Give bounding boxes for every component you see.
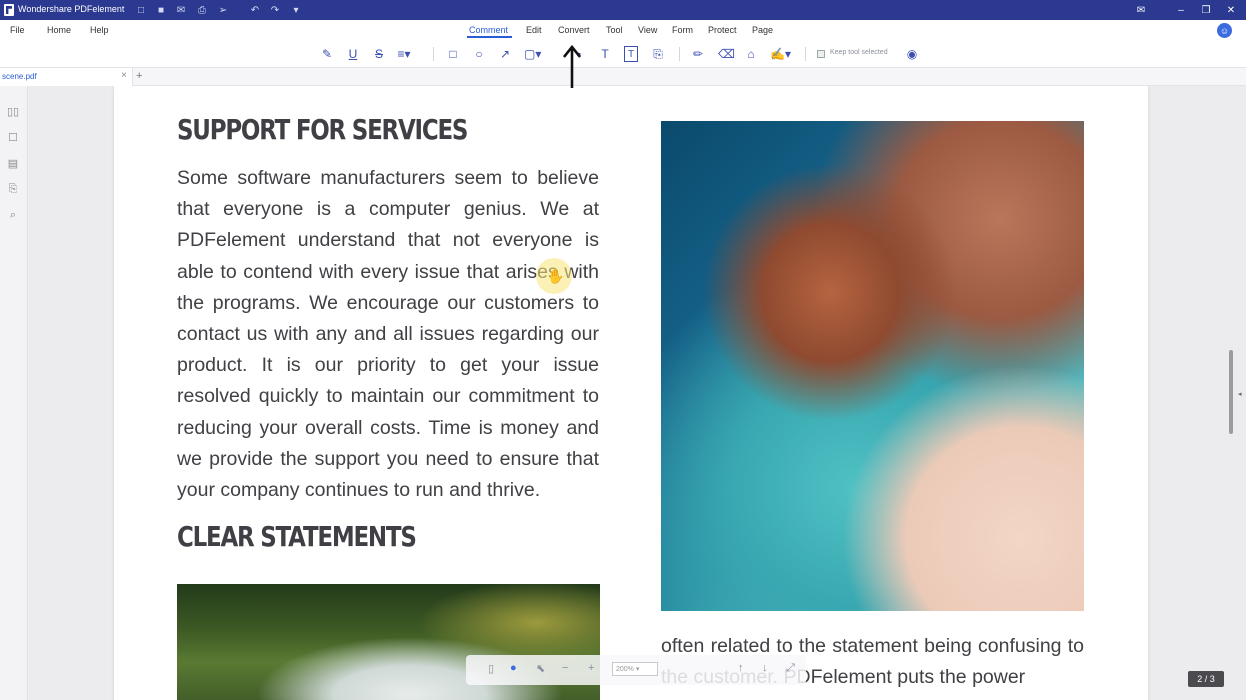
menu-bar: File Home Help Comment Edit Convert Tool… [0, 20, 1246, 40]
tab-page[interactable]: Page [752, 25, 773, 35]
fit-page-icon[interactable]: ⤢ [786, 662, 795, 675]
ocean-rocks-photo [661, 121, 1084, 611]
shapes-icon[interactable]: ▢▾ [524, 46, 541, 62]
menu-help[interactable]: Help [90, 25, 109, 35]
mail-icon[interactable]: ✉ [174, 3, 188, 17]
fit-width-icon[interactable]: ▯ [488, 662, 494, 675]
hand-mode-icon[interactable]: ⬉ [536, 662, 545, 675]
pointer-arrow-annotation [563, 44, 581, 88]
heading-support-for-services: SUPPORT FOR SERVICES [177, 113, 468, 146]
circle-icon[interactable]: ○ [472, 46, 486, 62]
active-tab-indicator [467, 36, 512, 38]
share-icon[interactable]: ➢ [216, 3, 230, 17]
zoom-value: 200% [616, 666, 634, 673]
app-window: Wondershare PDFelement □ ■ ✉ ⎙ ➢ ↶ ↷ ▾ ✉… [0, 0, 1246, 700]
comments-icon[interactable]: ▤ [5, 155, 21, 171]
keep-tool-selected-checkbox[interactable] [817, 50, 825, 58]
minimize-button[interactable]: – [1172, 2, 1190, 18]
document-tab-label: scene.pdf [2, 72, 37, 81]
attachment-icon[interactable]: ⎘ [651, 46, 665, 62]
page-indicator: 2 / 3 [1188, 671, 1224, 687]
strikethrough-icon[interactable]: S [372, 46, 386, 62]
left-sidebar: ▯▯ ☐ ▤ ⎘ ⌕ [0, 86, 28, 700]
eraser-icon[interactable]: ⌫ [718, 46, 735, 62]
expand-right-panel-icon[interactable]: ◂ [1238, 390, 1242, 398]
stamp-icon[interactable]: ⌂ [744, 46, 758, 62]
underline-icon[interactable]: U [346, 46, 360, 62]
new-tab-icon[interactable]: + [136, 70, 142, 82]
paragraph-support: Some software manufacturers seem to beli… [177, 167, 599, 502]
redo-icon[interactable]: ↷ [268, 3, 282, 17]
zoom-out-icon[interactable]: − [562, 662, 568, 674]
zoom-select[interactable]: 200% ▾ [612, 662, 658, 676]
customize-dropdown-icon[interactable]: ▾ [289, 3, 303, 17]
restore-button[interactable]: ❐ [1197, 2, 1215, 18]
zoom-in-icon[interactable]: + [588, 662, 594, 674]
thumbnails-icon[interactable]: ▯▯ [5, 103, 21, 119]
tab-edit[interactable]: Edit [526, 25, 542, 35]
tab-form[interactable]: Form [672, 25, 693, 35]
keep-tool-selected-label: Keep tool selected [830, 49, 888, 56]
feedback-icon[interactable]: ✉ [1132, 2, 1150, 18]
textbox-icon[interactable]: T [624, 46, 638, 62]
hand-cursor-icon: ✋ [547, 268, 565, 284]
app-logo-icon [4, 4, 14, 16]
print-icon[interactable]: ⎙ [195, 3, 209, 17]
save-icon[interactable]: ■ [154, 3, 168, 17]
text-lines-icon[interactable]: ≡▾ [397, 46, 411, 62]
pdf-page: SUPPORT FOR SERVICES Some software manuf… [114, 86, 1148, 700]
menu-home[interactable]: Home [47, 25, 71, 35]
attachments-icon[interactable]: ⎘ [5, 181, 21, 197]
first-page-icon[interactable]: ↑ [738, 662, 744, 674]
toolbar-divider [679, 47, 680, 61]
toolbar-divider [805, 47, 806, 61]
open-folder-icon[interactable]: □ [134, 3, 148, 17]
document-canvas[interactable]: SUPPORT FOR SERVICES Some software manuf… [28, 86, 1246, 700]
search-icon[interactable]: ⌕ [5, 207, 21, 223]
heading-clear-statements: CLEAR STATEMENTS [177, 520, 417, 553]
tab-tool[interactable]: Tool [606, 25, 623, 35]
title-bar: Wondershare PDFelement □ ■ ✉ ⎙ ➢ ↶ ↷ ▾ ✉… [0, 0, 1246, 20]
rectangle-icon[interactable]: □ [446, 46, 460, 62]
vertical-scrollbar-thumb[interactable] [1229, 350, 1233, 434]
menu-file[interactable]: File [10, 25, 25, 35]
undo-icon[interactable]: ↶ [248, 3, 262, 17]
tab-convert[interactable]: Convert [558, 25, 590, 35]
tab-comment[interactable]: Comment [469, 25, 508, 35]
document-tab[interactable]: scene.pdf × [0, 68, 133, 86]
close-tab-icon[interactable]: × [121, 70, 127, 81]
arrow-icon[interactable]: ↗ [498, 46, 512, 62]
user-account-icon[interactable]: ☺ [1217, 23, 1232, 38]
app-title: Wondershare PDFelement [18, 4, 125, 14]
last-page-icon[interactable]: ↓ [762, 662, 768, 674]
tab-protect[interactable]: Protect [708, 25, 737, 35]
pencil-icon[interactable]: ✏ [691, 46, 705, 62]
eye-icon[interactable]: ◉ [905, 46, 919, 62]
toolbar-divider [433, 47, 434, 61]
text-icon[interactable]: T [598, 46, 612, 62]
signature-icon[interactable]: ✍▾ [770, 46, 791, 62]
select-mode-icon[interactable]: ● [510, 662, 517, 674]
close-button[interactable]: ✕ [1222, 2, 1240, 18]
tab-view[interactable]: View [638, 25, 657, 35]
bookmark-icon[interactable]: ☐ [5, 129, 21, 145]
highlight-icon[interactable]: ✎ [320, 46, 334, 62]
document-tab-strip: scene.pdf × + [0, 68, 1246, 86]
comment-toolbar: ✎ U S ≡▾ □ ○ ↗ ▢▾ ▪ T T ⎘ ✏ ⌫ ⌂ ✍▾ ◉ [0, 40, 1246, 68]
